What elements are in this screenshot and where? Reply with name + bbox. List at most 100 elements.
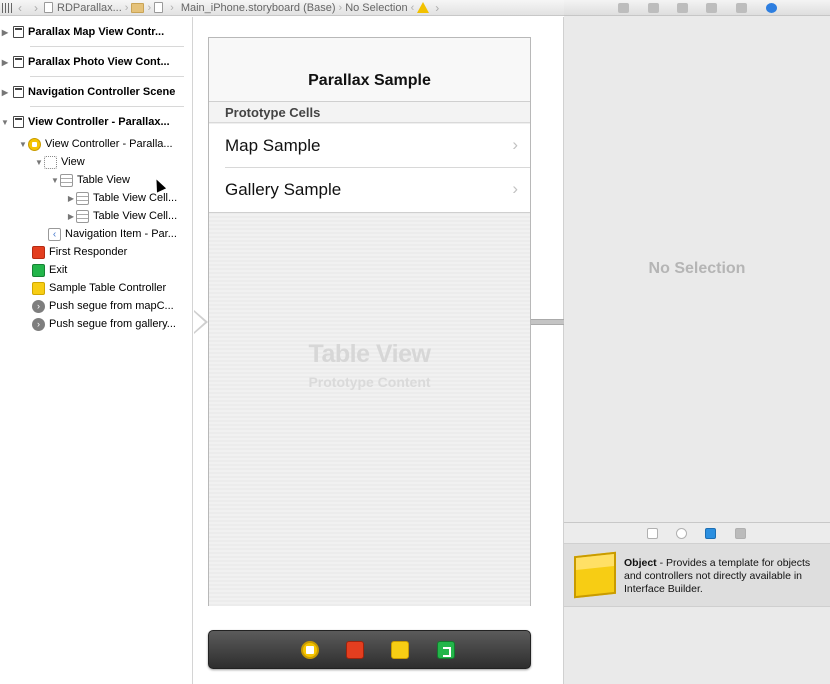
first-responder-icon [32,245,45,259]
chevron-right-icon: › [512,135,518,154]
no-selection-label: No Selection [648,260,746,277]
exit-icon[interactable] [437,641,455,659]
scene-row[interactable]: ▶ Navigation Controller Scene [0,77,192,107]
table-view-cell-icon [76,209,89,223]
warning-icon[interactable] [417,2,430,13]
library-item-text: Object - Provides a template for objects… [624,557,824,596]
xcode-window: ‹ › RDParallax... › › › Main_iPhone.stor… [0,0,830,684]
outline-item-exit[interactable]: Exit [32,261,67,279]
path-separator-icon: › [170,1,174,14]
view-icon [44,155,57,169]
jump-bar-file-label: Main_iPhone.storyboard (Base) [180,1,336,14]
section-header-label: Prototype Cells [225,105,321,120]
scene-row[interactable]: ▼ View Controller - Parallax... [0,107,192,137]
scene-icon [13,26,24,38]
view-controller-icon[interactable] [301,641,319,659]
table-cell-gallery-sample[interactable]: Gallery Sample › [209,168,530,212]
placeholder-title: Table View [308,340,431,368]
forward-arrow-icon[interactable]: › [34,1,38,15]
view-controller-scene[interactable]: Parallax Sample Prototype Cells Map Samp… [208,37,531,606]
outline-item-table-view[interactable]: ▼ Table View [50,171,130,189]
exit-icon [32,263,45,277]
outline-item-label: Push segue from gallery... [49,318,176,330]
outline-item-segue[interactable]: › Push segue from gallery... [32,315,176,333]
jump-bar-project-label: RDParallax... [57,1,122,14]
disclosure-triangle-icon[interactable]: ▶ [66,212,76,221]
object-cube-icon[interactable] [391,641,409,659]
outline-item-object[interactable]: Sample Table Controller [32,279,166,297]
disclosure-triangle-icon[interactable]: ▶ [0,58,10,67]
scene-row[interactable]: ▶ Parallax Map View Contr... [0,17,192,47]
navigation-title[interactable]: Parallax Sample [209,72,530,90]
outline-item-label: Table View Cell... [93,192,178,204]
outline-item-navigation-item[interactable]: ‹ Navigation Item - Par... [48,225,177,243]
file-template-library-icon[interactable] [647,528,658,539]
disclosure-triangle-icon[interactable]: ▶ [66,194,76,203]
file-inspector-icon[interactable] [618,3,629,13]
attributes-inspector-icon[interactable] [706,3,717,13]
outline-item-label: Exit [49,264,68,276]
inspector-toolbar [564,0,830,16]
outline-item-segue[interactable]: › Push segue from mapC... [32,297,174,315]
jump-bar-selection[interactable]: No Selection [345,2,407,14]
library-item-name: Object [624,557,657,569]
section-header: Prototype Cells [209,102,530,123]
quick-help-icon[interactable] [648,3,659,13]
segue-arrow-icon[interactable] [194,310,208,334]
outline-item-label: Navigation Item - Par... [65,228,177,240]
library-tab-bar [564,522,830,544]
document-outline: ▶ Parallax Map View Contr... ▶ Parallax … [0,17,193,684]
outline-item-table-view-cell[interactable]: ▶ Table View Cell... [66,207,177,225]
navigation-bar[interactable]: Parallax Sample [209,38,530,102]
table-cell-map-sample[interactable]: Map Sample › [209,124,530,168]
disclosure-triangle-icon[interactable]: ▶ [0,88,10,97]
scene-label: Parallax Map View Contr... [28,26,165,38]
back-arrow-icon[interactable]: ‹ [18,1,22,15]
object-cube-icon [574,551,616,599]
outline-item-label: Push segue from mapC... [49,300,174,312]
outline-item-label: Sample Table Controller [49,282,167,294]
table-view-icon [60,173,73,187]
folder-icon[interactable] [131,2,145,13]
code-snippet-library-icon[interactable] [676,528,687,539]
path-separator-icon: › [147,1,152,14]
outline-item-label: Table View Cell... [93,210,178,222]
library-item-object[interactable]: Object - Provides a template for objects… [564,544,830,607]
cell-label: Map Sample [225,136,321,155]
first-responder-icon[interactable] [346,641,364,659]
jump-bar-file[interactable]: › Main_iPhone.storyboard (Base) [154,1,336,14]
object-cube-icon [32,281,45,295]
path-separator-icon: › [124,1,129,14]
outline-item-label: First Responder [49,246,128,258]
jump-bar-project[interactable]: RDParallax... [44,2,122,14]
table-view-placeholder[interactable]: Table View Prototype Content [209,212,530,606]
connections-inspector-icon[interactable] [766,3,777,13]
outline-item-view-controller[interactable]: ▼ View Controller - Paralla... [18,135,173,153]
object-library-icon[interactable] [705,528,716,539]
scene-label: View Controller - Parallax... [28,116,170,128]
segue-icon: › [32,299,45,313]
related-items-icon[interactable] [2,2,12,13]
outline-item-table-view-cell[interactable]: ▶ Table View Cell... [66,189,177,207]
disclosure-triangle-icon[interactable]: ▶ [0,28,10,37]
outline-item-label: View [61,156,85,168]
disclosure-triangle-icon[interactable]: ▼ [50,176,60,185]
media-library-icon[interactable] [735,528,746,539]
disclosure-triangle-icon[interactable]: ▼ [18,140,28,149]
size-inspector-icon[interactable] [736,3,747,13]
jump-bar: ‹ › RDParallax... › › › Main_iPhone.stor… [0,0,564,16]
cell-label: Gallery Sample [225,180,342,199]
scene-row[interactable]: ▶ Parallax Photo View Cont... [0,47,192,77]
scene-label: Parallax Photo View Cont... [28,56,170,68]
utilities-pane: No Selection Object - Provides a templat… [564,0,830,684]
storyboard-file-icon [154,2,164,13]
outline-item-view[interactable]: ▼ View [34,153,85,171]
table-view-cell-icon [76,191,89,205]
identity-inspector-icon[interactable] [677,3,688,13]
segue-connection[interactable] [531,319,564,325]
forward-arrow-icon[interactable]: › [435,1,439,15]
disclosure-triangle-icon[interactable]: ▼ [0,118,10,127]
disclosure-triangle-icon[interactable]: ▼ [34,158,44,167]
outline-item-first-responder[interactable]: First Responder [32,243,127,261]
scene-icon [13,86,24,98]
